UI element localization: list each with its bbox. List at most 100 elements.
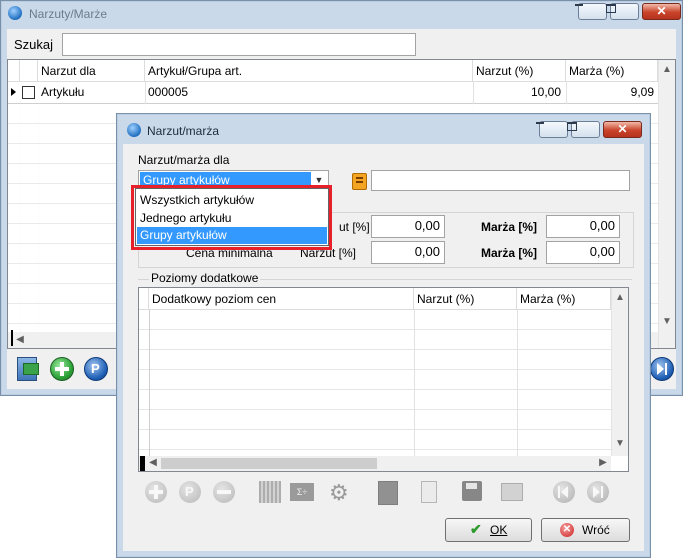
dialog-title: Narzut/marża xyxy=(147,124,220,138)
column-header-narzut[interactable]: Narzut (%) xyxy=(414,288,517,310)
export-button[interactable] xyxy=(13,354,41,382)
column-header-poziom[interactable]: Dodatkowy poziom cen xyxy=(149,288,414,310)
document-icon xyxy=(421,481,437,503)
cell-narzut: 10,00 xyxy=(530,85,561,99)
row-checkbox[interactable] xyxy=(22,86,35,99)
copy-button[interactable] xyxy=(498,478,526,506)
save-icon xyxy=(462,481,482,501)
highlight-frame xyxy=(131,185,332,250)
hscroll-thumb[interactable] xyxy=(161,458,377,469)
column-header-narzut-dla[interactable]: Narzut dla xyxy=(38,60,145,82)
dialog-window: Narzut/marża ✕ Narzut/marża dla Grupy ar… xyxy=(116,113,651,558)
first-record-button[interactable] xyxy=(550,478,578,506)
levels-grid: Dodatkowy poziom cen Narzut (%) Marża (%… xyxy=(138,287,629,472)
main-titlebar[interactable]: Narzuty/Marże ✕ xyxy=(1,1,682,29)
dialog-minimize-button[interactable] xyxy=(536,121,568,138)
close-icon: ✕ xyxy=(656,4,667,18)
dialog-app-icon xyxy=(127,123,141,137)
formula-icon: Σ÷ xyxy=(290,483,314,501)
column-header-checkbox xyxy=(20,60,38,82)
settings-button[interactable]: ⚙ xyxy=(326,478,354,506)
ok-button[interactable]: ✔ OK xyxy=(445,518,532,542)
main-grid-vscroll[interactable]: ▲ ▼ xyxy=(658,60,675,348)
column-header-narzut[interactable]: Narzut (%) xyxy=(473,60,566,82)
narzut-label-row1: ut [%] xyxy=(339,220,370,234)
narzut-input-row1[interactable]: 0,00 xyxy=(371,215,445,238)
group-input[interactable] xyxy=(371,170,630,191)
minimize-button[interactable] xyxy=(575,3,607,20)
cell-artykul: 000005 xyxy=(148,85,189,99)
last-record-icon xyxy=(587,481,609,503)
app-icon xyxy=(8,6,22,20)
cell-narzut-dla: Artykułu xyxy=(41,85,85,99)
scroll-down-icon[interactable]: ▼ xyxy=(612,438,628,449)
dialog-close-button[interactable]: ✕ xyxy=(603,121,642,138)
narzut-marza-dla-label: Narzut/marża dla xyxy=(138,153,230,167)
last-record-button[interactable] xyxy=(647,354,675,382)
add-level-button[interactable] xyxy=(142,478,170,506)
copy-icon xyxy=(501,483,523,501)
scroll-left-icon[interactable]: ◀ xyxy=(145,457,161,468)
group-picker-icon xyxy=(352,173,367,190)
first-record-icon xyxy=(553,481,575,503)
narzut-input-row2[interactable]: 0,00 xyxy=(371,241,445,264)
preview-level-button[interactable]: P xyxy=(176,478,204,506)
levels-empty-rows xyxy=(139,310,611,456)
report-icon xyxy=(378,481,398,505)
table-row[interactable]: Artykułu 000005 10,00 9,09 xyxy=(8,82,658,104)
column-header-marza[interactable]: Marża (%) xyxy=(566,60,658,82)
column-header-artykul[interactable]: Artykuł/Grupa art. xyxy=(145,60,473,82)
check-icon: ✔ xyxy=(470,521,482,537)
close-icon: ✕ xyxy=(617,122,628,136)
ok-label: OK xyxy=(490,523,508,537)
main-window-title: Narzuty/Marże xyxy=(29,7,108,21)
search-label: Szukaj xyxy=(14,37,54,52)
scroll-up-icon[interactable]: ▲ xyxy=(659,64,675,75)
scroll-right-icon[interactable]: ▶ xyxy=(595,457,611,468)
column-header-row-selector xyxy=(8,60,20,82)
formula-button[interactable]: Σ÷ xyxy=(288,478,316,506)
gear-icon: ⚙ xyxy=(329,480,349,505)
last-record-icon xyxy=(650,357,674,381)
maximize-icon xyxy=(567,122,577,131)
remove-level-button[interactable] xyxy=(210,478,238,506)
scroll-left-icon[interactable]: ◀ xyxy=(12,334,28,345)
grid-marker xyxy=(11,330,13,346)
filter-button[interactable] xyxy=(256,478,284,506)
dialog-toolbar: P Σ÷ ⚙ xyxy=(138,474,632,510)
document-button[interactable] xyxy=(414,478,442,506)
last-record-button[interactable] xyxy=(584,478,612,506)
column-header-marza[interactable]: Marża (%) xyxy=(517,288,611,310)
poziomy-dodatkowe-label: Poziomy dodatkowe xyxy=(149,271,261,285)
scroll-up-icon[interactable]: ▲ xyxy=(612,292,628,303)
grid-line xyxy=(517,310,518,456)
save-button[interactable] xyxy=(458,478,486,506)
dialog-titlebar[interactable]: Narzut/marża ✕ xyxy=(117,114,650,142)
add-button[interactable] xyxy=(47,354,75,382)
add-icon xyxy=(50,357,74,381)
group-picker-button[interactable] xyxy=(350,172,368,190)
levels-vscroll[interactable]: ▲ ▼ xyxy=(611,288,628,456)
dialog-maximize-button[interactable] xyxy=(567,121,600,138)
marza-input-row1[interactable]: 0,00 xyxy=(546,215,620,238)
filter-icon xyxy=(259,481,281,503)
cancel-label: Wróć xyxy=(582,523,610,537)
row-pointer-icon xyxy=(11,88,16,96)
report-button[interactable] xyxy=(374,478,402,506)
search-input[interactable] xyxy=(62,33,416,56)
preview-button[interactable]: P xyxy=(81,354,109,382)
marza-label-row1: Marża [%] xyxy=(481,220,538,234)
scroll-down-icon[interactable]: ▼ xyxy=(659,316,675,327)
maximize-icon xyxy=(606,4,616,13)
cell-marza: 9,09 xyxy=(630,85,654,99)
cancel-button[interactable]: ✕ Wróć xyxy=(541,518,630,542)
add-icon xyxy=(145,481,167,503)
maximize-button[interactable] xyxy=(606,3,639,20)
close-button[interactable]: ✕ xyxy=(642,3,681,20)
remove-icon xyxy=(213,481,235,503)
minimize-icon xyxy=(536,122,544,124)
minimize-icon xyxy=(575,4,583,6)
levels-hscroll[interactable]: ◀ ▶ xyxy=(139,456,611,471)
marza-input-row2[interactable]: 0,00 xyxy=(546,241,620,264)
grid-line xyxy=(149,310,150,456)
